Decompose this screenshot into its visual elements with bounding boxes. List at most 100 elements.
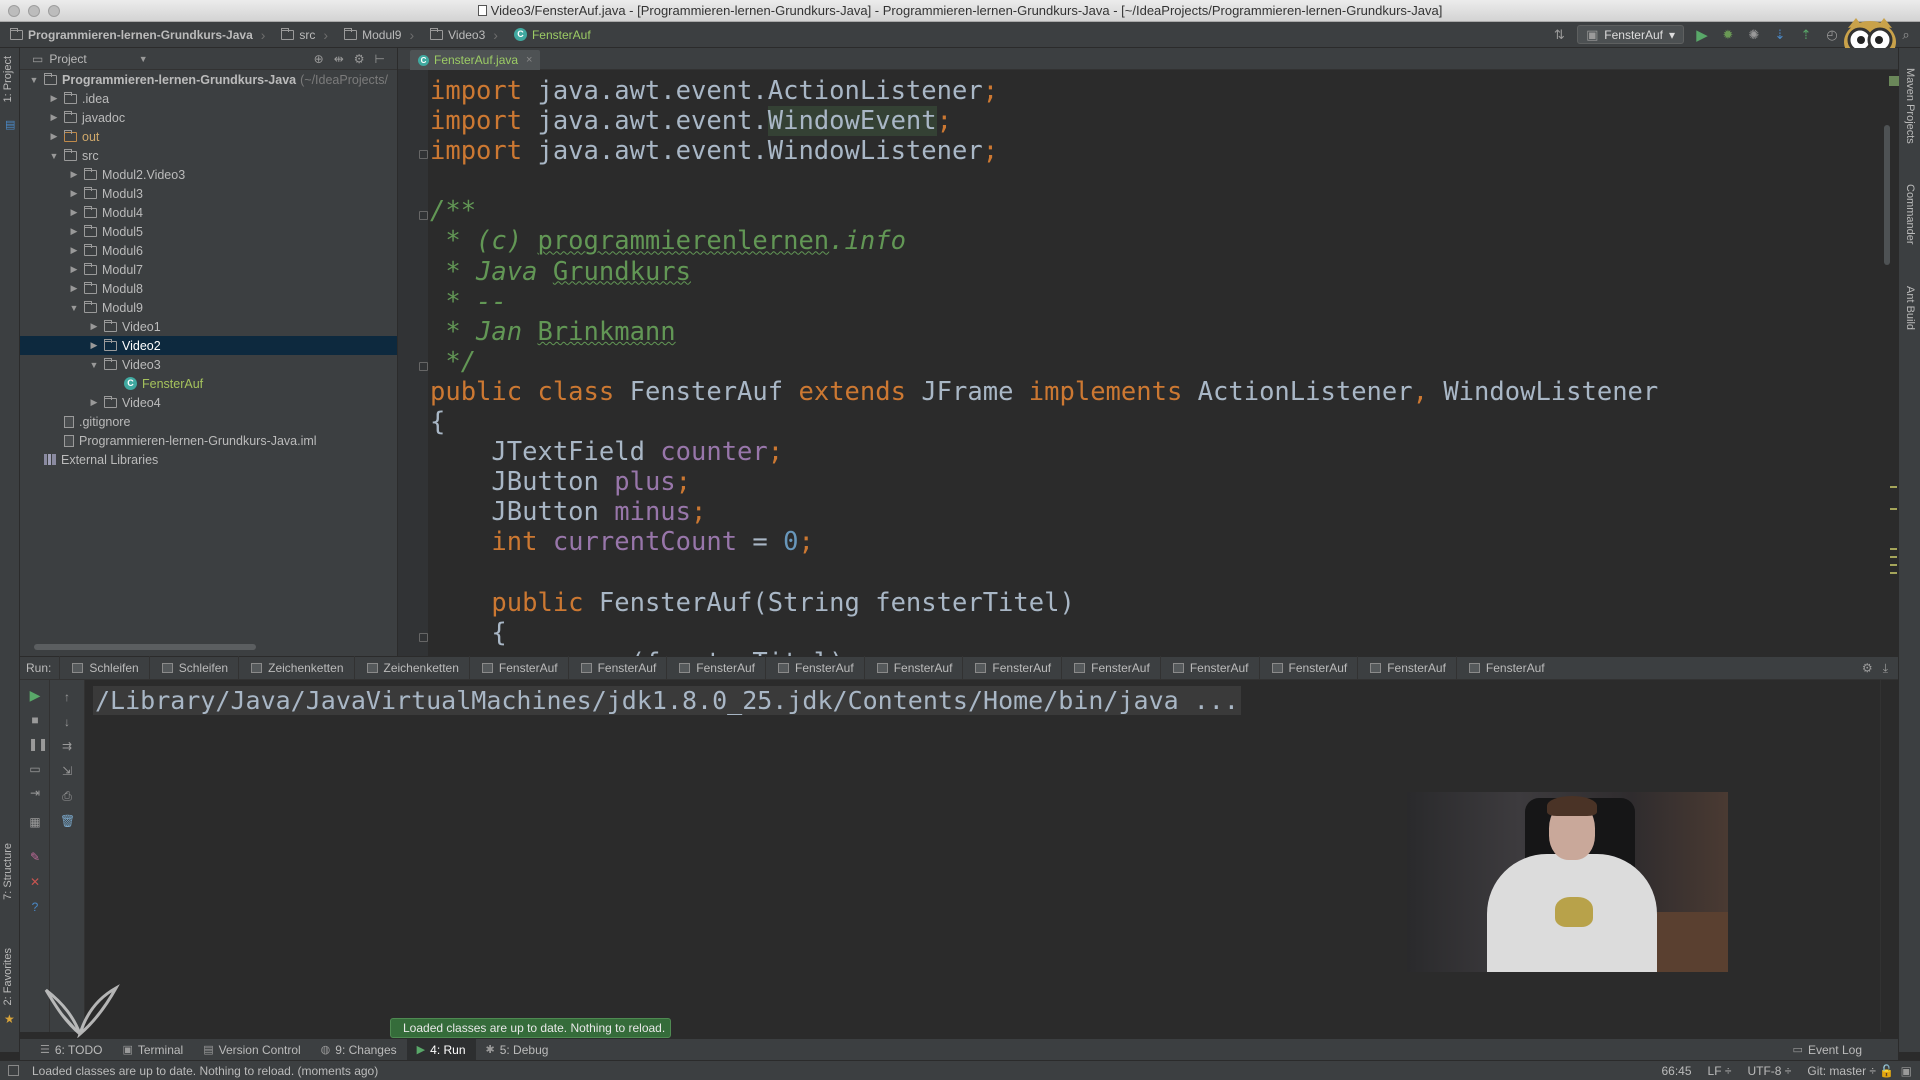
vcs-update-icon[interactable]: ⇣ — [1772, 27, 1788, 43]
warning-marker[interactable] — [1890, 486, 1897, 488]
run-configuration-select[interactable]: ▣ FensterAuf ▾ — [1577, 25, 1684, 44]
code-line[interactable]: * Java Grundkurs — [430, 257, 1888, 287]
caret-position[interactable]: 66:45 — [1662, 1064, 1692, 1078]
tool-window-button[interactable]: ▶ 4: Run — [406, 1038, 476, 1061]
code-line[interactable]: public class FensterAuf extends JFrame i… — [430, 377, 1888, 407]
code-line[interactable]: import java.awt.event.WindowEvent; — [430, 106, 1888, 137]
fold-icon[interactable] — [419, 150, 428, 159]
inspection-status-icon[interactable] — [1889, 76, 1899, 86]
ant-build-tab[interactable]: Ant Build — [1904, 286, 1916, 330]
code-editor[interactable]: import java.awt.event.ActionListener; imp… — [428, 70, 1888, 656]
code-line[interactable]: import java.awt.event.ActionListener; — [430, 76, 1888, 106]
code-line[interactable]: { — [430, 407, 1888, 437]
layout-icon[interactable]: ▦ — [28, 815, 42, 829]
maven-projects-tab[interactable]: Maven Projects — [1904, 68, 1916, 144]
project-view-select[interactable]: Project — [49, 52, 86, 66]
run-tab[interactable]: FensterAuf — [962, 656, 1061, 680]
code-line[interactable] — [430, 558, 1888, 588]
collapsed-arrow-icon[interactable]: ▶ — [88, 321, 100, 332]
run-tab[interactable]: FensterAuf — [666, 656, 765, 680]
coverage-icon[interactable]: ✺ — [1746, 27, 1762, 43]
rerun-icon[interactable]: ▶ — [28, 688, 42, 702]
breadcrumb-src[interactable]: src — [271, 22, 334, 48]
tree-item[interactable]: ▼ Programmieren-lernen-Grundkurs-Java (~/I… — [20, 70, 397, 89]
breadcrumb-modul9[interactable]: Modul9 — [334, 22, 420, 48]
event-log-button[interactable]: ▭ Event Log — [1783, 1039, 1898, 1061]
memory-indicator-icon[interactable]: ▣ — [1901, 1064, 1912, 1078]
tree-item[interactable]: ▶ Modul2.Video3 — [20, 165, 397, 184]
collapsed-arrow-icon[interactable]: ▶ — [68, 188, 80, 199]
expanded-arrow-icon[interactable]: ▼ — [88, 360, 100, 370]
horizontal-scrollbar[interactable] — [34, 644, 256, 650]
soft-wrap-icon[interactable]: ⇉ — [60, 739, 74, 753]
dump-threads-icon[interactable]: ▭ — [28, 762, 42, 776]
tool-window-button[interactable]: ✱ 5: Debug — [476, 1039, 559, 1061]
code-line[interactable]: import java.awt.event.WindowListener; — [430, 136, 1888, 166]
pin-icon[interactable]: ✎ — [28, 850, 42, 864]
code-line[interactable]: JTextField counter; — [430, 437, 1888, 467]
warning-marker[interactable] — [1890, 548, 1897, 550]
trash-icon[interactable]: 🗑 — [60, 814, 75, 828]
fold-icon[interactable] — [419, 633, 428, 642]
tool-window-button[interactable]: ▣ Terminal — [112, 1039, 193, 1061]
close-icon[interactable]: × — [526, 54, 532, 66]
stop-icon[interactable]: ■ — [28, 713, 42, 727]
tree-item[interactable]: ▶ Modul3 — [20, 184, 397, 203]
favorites-tool-tab[interactable]: 2: Favorites — [2, 948, 14, 1005]
vcs-branch[interactable]: Git: master ÷ — [1807, 1064, 1876, 1078]
locate-icon[interactable]: ⊕ — [314, 52, 324, 66]
code-line[interactable]: * (c) programmierenlernen.info — [430, 226, 1888, 256]
vcs-commit-icon[interactable]: ⇡ — [1798, 27, 1814, 43]
expanded-arrow-icon[interactable]: ▼ — [68, 303, 80, 313]
help-icon[interactable]: ? — [28, 900, 42, 914]
run-tab[interactable]: FensterAuf — [1455, 656, 1555, 680]
collapsed-arrow-icon[interactable]: ▶ — [68, 283, 80, 294]
run-tab[interactable]: FensterAuf — [765, 656, 864, 680]
run-tab[interactable]: FensterAuf — [567, 656, 667, 680]
lock-icon[interactable]: 🔓 — [1879, 1064, 1894, 1078]
gear-icon[interactable]: ⚙ — [354, 52, 365, 66]
code-line[interactable]: * Jan Brinkmann — [430, 317, 1888, 347]
run-tab[interactable]: Schleifen — [59, 656, 148, 680]
gear-icon[interactable]: ⚙ — [1862, 661, 1873, 676]
tree-item[interactable]: ▶ Video2 — [20, 336, 397, 355]
code-line[interactable] — [430, 166, 1888, 196]
fold-icon[interactable] — [419, 211, 428, 220]
run-icon[interactable]: ▶ — [1694, 27, 1710, 44]
search-icon[interactable]: ⌕ — [1898, 27, 1914, 43]
pause-icon[interactable]: ❚❚ — [28, 737, 48, 751]
collapsed-arrow-icon[interactable]: ▶ — [68, 207, 80, 218]
collapsed-arrow-icon[interactable]: ▶ — [48, 93, 60, 104]
tree-item[interactable]: External Libraries — [20, 450, 397, 469]
project-tool-tab[interactable]: 1: Project — [2, 56, 14, 102]
code-line[interactable]: super(fensterTitel) — [430, 648, 1888, 656]
code-line[interactable]: /** — [430, 196, 1888, 226]
structure-tool-tab[interactable]: 7: Structure — [2, 843, 14, 900]
run-tab[interactable]: FensterAuf — [1258, 656, 1358, 680]
commander-tab[interactable]: Commander — [1904, 184, 1916, 245]
run-tab[interactable]: Zeichenketten — [353, 656, 469, 680]
file-encoding[interactable]: UTF-8 ÷ — [1747, 1064, 1791, 1078]
tree-item[interactable]: ▶ out — [20, 127, 397, 146]
tool-window-button[interactable]: ◍ 9: Changes — [311, 1039, 407, 1061]
code-line[interactable]: * -- — [430, 287, 1888, 317]
breadcrumb-project[interactable]: Programmieren-lernen-Grundkurs-Java — [0, 22, 271, 48]
tree-item[interactable]: ▶ Modul7 — [20, 260, 397, 279]
chevron-down-icon[interactable]: ▼ — [139, 54, 148, 64]
hide-panel-icon[interactable]: ⤓ — [1883, 661, 1888, 676]
tool-window-button[interactable]: ▤ Version Control — [193, 1039, 310, 1061]
collapsed-arrow-icon[interactable]: ▶ — [88, 340, 100, 351]
collapsed-arrow-icon[interactable]: ▶ — [68, 169, 80, 180]
tree-item[interactable]: ▶ Video4 — [20, 393, 397, 412]
status-message[interactable]: Loaded classes are up to date. Nothing t… — [0, 1064, 378, 1078]
code-line[interactable]: JButton minus; — [430, 497, 1888, 527]
expanded-arrow-icon[interactable]: ▼ — [28, 75, 40, 85]
tree-item[interactable]: ▶ Modul6 — [20, 241, 397, 260]
debug-icon[interactable]: ✹ — [1720, 27, 1736, 43]
tree-item[interactable]: ▶ Modul4 — [20, 203, 397, 222]
minimize-window-button[interactable] — [28, 5, 40, 17]
warning-marker[interactable] — [1890, 556, 1897, 558]
warning-marker[interactable] — [1890, 508, 1897, 510]
tool-window-button[interactable]: ☰ 6: TODO — [30, 1039, 112, 1061]
tree-item[interactable]: ▶ .idea — [20, 89, 397, 108]
